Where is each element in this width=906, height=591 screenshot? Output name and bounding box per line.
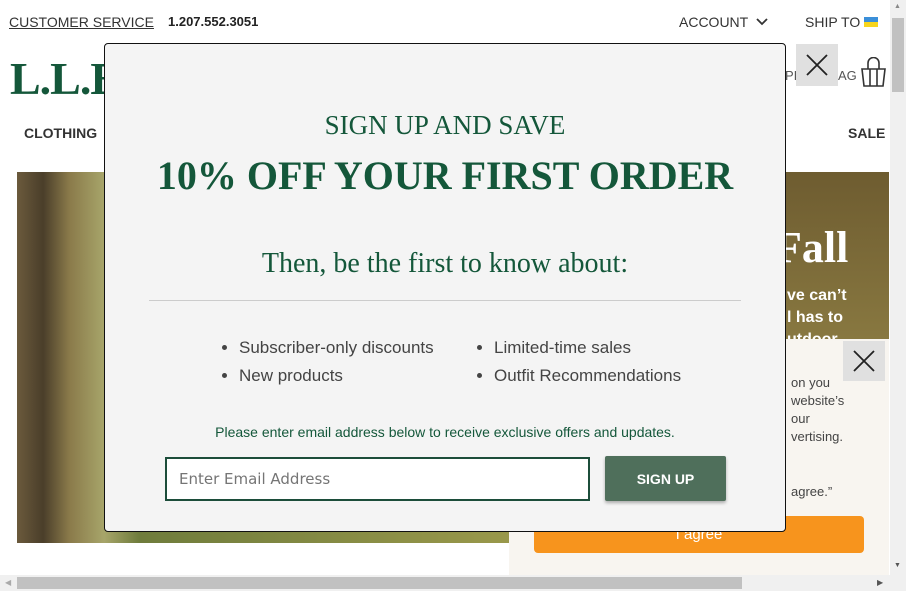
modal-subheading: Then, be the first to know about: [261,248,629,279]
shopping-bag-label-partial-right: AG [838,68,857,83]
chevron-down-icon [756,18,768,26]
signup-button[interactable]: SIGN UP [605,456,726,501]
benefits-list-left: Subscriber-only discounts New products [239,338,434,394]
customer-service-text[interactable]: CUSTOMER SERVICE [9,14,154,30]
divider [149,300,741,301]
account-label: ACCOUNT [679,14,749,30]
benefit-item: Subscriber-only discounts [239,338,434,358]
hero-line: l has to [787,309,844,326]
cookie-text: on you [791,375,831,390]
horizontal-scroll-thumb[interactable] [17,577,742,589]
email-input[interactable] [165,457,590,501]
ukraine-flag-icon [864,17,879,27]
signup-modal: SIGN UP AND SAVE 10% OFF YOUR FIRST ORDE… [104,43,786,532]
account-menu[interactable]: ACCOUNT [679,14,768,30]
scroll-up-icon[interactable]: ▲ [894,3,901,10]
modal-offer: 10% OFF YOUR FIRST ORDER [156,153,734,198]
phone-number: 1.207.552.3051 [168,14,259,29]
benefit-item: Limited-time sales [494,338,681,358]
scroll-down-icon[interactable]: ▼ [894,562,901,569]
nav-clothing[interactable]: CLOTHING [24,125,97,141]
ship-to-menu[interactable]: SHIP TO [805,14,879,30]
close-icon [853,350,875,372]
vertical-scrollbar[interactable]: ▲ ▼ [890,0,906,575]
horizontal-scrollbar[interactable]: ◀ ▶ [0,575,906,591]
scroll-right-icon[interactable]: ▶ [877,578,883,587]
customer-service-link[interactable]: CUSTOMER SERVICE [9,14,154,32]
vertical-scroll-thumb[interactable] [892,18,904,92]
modal-close-button[interactable] [796,44,838,86]
cookie-text: our [791,411,810,426]
benefit-item: New products [239,366,434,386]
scroll-left-icon[interactable]: ◀ [5,578,11,587]
cookie-text: vertising. [791,429,844,444]
benefits-list-right: Limited-time sales Outfit Recommendation… [494,338,681,394]
close-icon [806,54,828,76]
cookie-text: agree.” [791,484,833,499]
nav-sale[interactable]: SALE [848,125,885,141]
cookie-close-button[interactable] [843,341,885,381]
cookie-text: website’s [791,393,845,408]
modal-heading: SIGN UP AND SAVE [324,110,566,140]
shopping-bag-icon[interactable] [860,57,887,87]
hero-line: ve can’t [787,287,847,304]
modal-instruction: Please enter email address below to rece… [215,424,675,440]
ship-to-label: SHIP TO [805,14,861,30]
benefit-item: Outfit Recommendations [494,366,681,386]
